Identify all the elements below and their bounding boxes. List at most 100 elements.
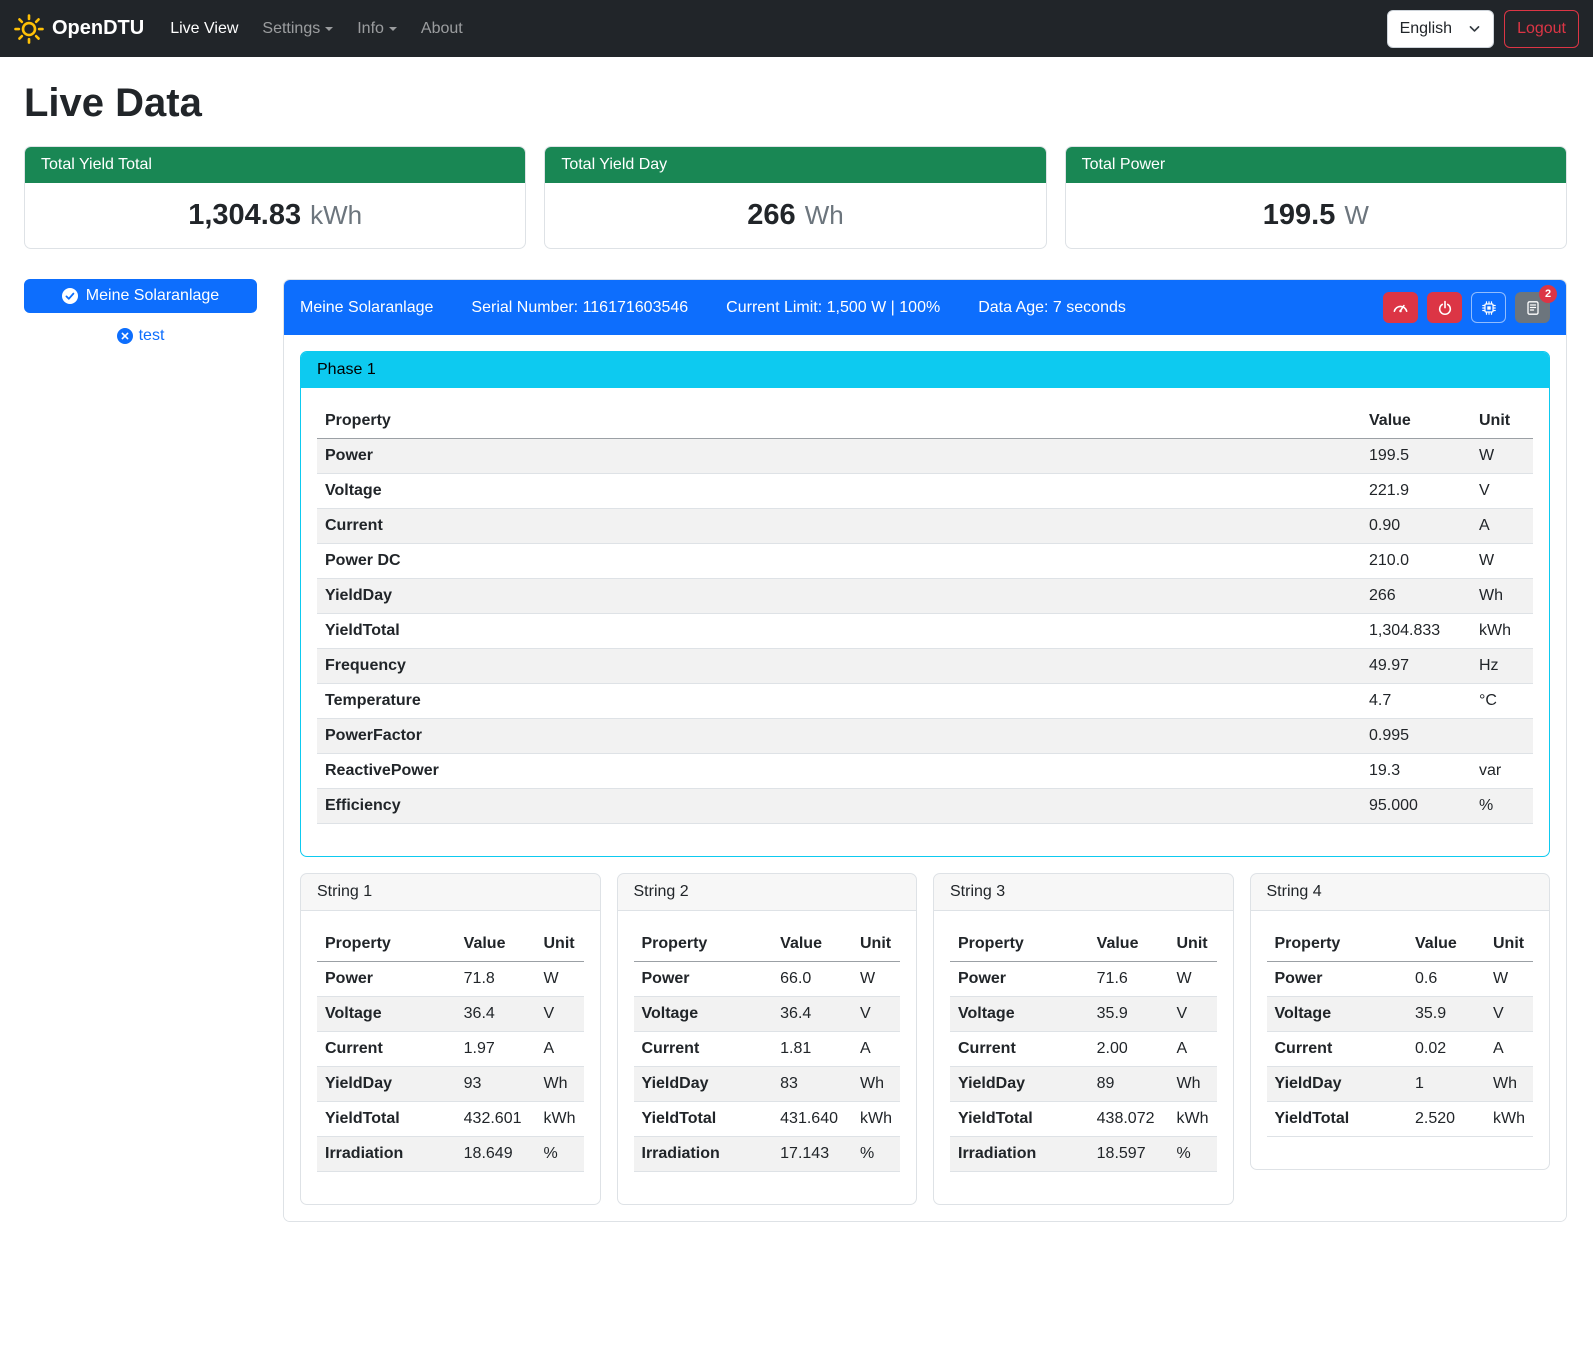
card-unit: kWh <box>310 200 362 231</box>
property-cell: YieldTotal <box>950 1102 1089 1137</box>
brand[interactable]: OpenDTU <box>14 14 144 44</box>
property-cell: YieldDay <box>1267 1067 1408 1102</box>
property-cell: Voltage <box>634 997 773 1032</box>
nav-item-about[interactable]: About <box>413 12 471 46</box>
unit-cell: Wh <box>530 1067 584 1102</box>
unit-cell: Wh <box>1471 579 1533 614</box>
property-cell: Power <box>1267 962 1408 997</box>
value-cell: 17.143 <box>772 1137 846 1172</box>
string-table: Property Value Unit Power71.6WVoltage35.… <box>950 927 1217 1172</box>
power-icon <box>1437 300 1453 316</box>
property-cell: YieldTotal <box>317 614 1361 649</box>
limit-gauge-icon <box>1392 299 1409 316</box>
col-unit: Unit <box>1471 404 1533 439</box>
unit-cell: A <box>530 1032 584 1067</box>
nav-item-live-view[interactable]: Live View <box>162 12 246 46</box>
limit-settings-button[interactable] <box>1383 292 1418 323</box>
card-value: 266 <box>747 199 795 232</box>
top-navbar: OpenDTU Live View Settings Info About En… <box>0 0 1593 57</box>
check-circle-icon <box>62 288 78 304</box>
value-cell: 18.597 <box>1089 1137 1163 1172</box>
string-card-body: Property Value Unit Power71.6WVoltage35.… <box>934 911 1233 1204</box>
card-unit: W <box>1344 200 1369 231</box>
cpu-chip-icon <box>1481 300 1497 316</box>
value-cell: 93 <box>456 1067 530 1102</box>
page-container: Live Data Total Yield Total 1,304.83 kWh… <box>0 57 1593 1262</box>
table-row: Power71.6W <box>950 962 1217 997</box>
table-row: YieldTotal2.520kWh <box>1267 1102 1534 1137</box>
table-header-row: Property Value Unit <box>950 927 1217 962</box>
property-cell: Current <box>317 509 1361 544</box>
property-cell: Irradiation <box>950 1137 1089 1172</box>
brand-name: OpenDTU <box>52 17 144 40</box>
inverter-limit: Current Limit: 1,500 W | 100% <box>726 299 940 317</box>
value-cell: 19.3 <box>1361 754 1471 789</box>
nav-item-info[interactable]: Info <box>349 12 405 46</box>
power-toggle-button[interactable] <box>1427 292 1462 323</box>
table-header-row: Property Value Unit <box>634 927 901 962</box>
inverter-name-label: test <box>139 327 165 345</box>
property-cell: PowerFactor <box>317 719 1361 754</box>
inverter-item-test[interactable]: test <box>24 327 257 345</box>
string-card-title: String 3 <box>934 874 1233 911</box>
nav-item-settings[interactable]: Settings <box>254 12 341 46</box>
unit-cell: % <box>530 1137 584 1172</box>
table-row: Power DC210.0W <box>317 544 1533 579</box>
phase-card-body: Property Value Unit Power199.5WVoltage22… <box>301 388 1549 856</box>
nav-links: Live View Settings Info About <box>158 12 475 46</box>
value-cell: 199.5 <box>1361 439 1471 474</box>
col-property: Property <box>317 404 1361 439</box>
table-header-row: Property Value Unit <box>317 404 1533 439</box>
inverter-name-label: Meine Solaranlage <box>86 287 219 305</box>
event-log-button[interactable]: 2 <box>1515 292 1550 323</box>
card-value: 199.5 <box>1263 199 1336 232</box>
unit-cell: kWh <box>530 1102 584 1137</box>
value-cell: 4.7 <box>1361 684 1471 719</box>
inverter-selected-button[interactable]: Meine Solaranlage <box>24 279 257 313</box>
unit-cell: Wh <box>1163 1067 1217 1102</box>
value-cell: 266 <box>1361 579 1471 614</box>
language-select[interactable]: English <box>1387 10 1494 48</box>
table-row: Irradiation18.649% <box>317 1137 584 1172</box>
value-cell: 1.97 <box>456 1032 530 1067</box>
card-value-row: 199.5 W <box>1066 183 1566 248</box>
unit-cell: W <box>1471 544 1533 579</box>
logout-button[interactable]: Logout <box>1504 10 1579 48</box>
unit-cell: % <box>1163 1137 1217 1172</box>
table-row: Current1.81A <box>634 1032 901 1067</box>
col-property: Property <box>950 927 1089 962</box>
col-unit: Unit <box>1479 927 1533 962</box>
inverter-serial: Serial Number: 116171603546 <box>471 299 688 317</box>
string-table: Property Value Unit Power66.0WVoltage36.… <box>634 927 901 1172</box>
device-info-button[interactable] <box>1471 292 1506 323</box>
card-value-row: 266 Wh <box>545 183 1045 248</box>
col-value: Value <box>1407 927 1479 962</box>
property-cell: YieldTotal <box>634 1102 773 1137</box>
unit-cell: °C <box>1471 684 1533 719</box>
unit-cell: W <box>530 962 584 997</box>
table-row: Efficiency95.000% <box>317 789 1533 824</box>
table-row: Frequency49.97Hz <box>317 649 1533 684</box>
table-row: YieldTotal1,304.833kWh <box>317 614 1533 649</box>
unit-cell: var <box>1471 754 1533 789</box>
value-cell: 89 <box>1089 1067 1163 1102</box>
table-row: PowerFactor0.995 <box>317 719 1533 754</box>
string-card: String 3 Property Value Unit Power71.6WV… <box>933 873 1234 1205</box>
total-power-card: Total Power 199.5 W <box>1065 146 1567 249</box>
total-yield-total-card: Total Yield Total 1,304.83 kWh <box>24 146 526 249</box>
table-row: YieldDay83Wh <box>634 1067 901 1102</box>
value-cell: 71.8 <box>456 962 530 997</box>
table-row: Power71.8W <box>317 962 584 997</box>
value-cell: 1 <box>1407 1067 1479 1102</box>
summary-cards: Total Yield Total 1,304.83 kWh Total Yie… <box>24 146 1567 249</box>
property-cell: ReactivePower <box>317 754 1361 789</box>
value-cell: 438.072 <box>1089 1102 1163 1137</box>
inverter-sidebar: Meine Solaranlage test <box>24 279 257 345</box>
table-row: YieldTotal432.601kWh <box>317 1102 584 1137</box>
chevron-down-icon <box>1468 22 1481 35</box>
language-value: English <box>1400 20 1452 38</box>
col-value: Value <box>1361 404 1471 439</box>
property-cell: YieldDay <box>950 1067 1089 1102</box>
table-header-row: Property Value Unit <box>1267 927 1534 962</box>
unit-cell: A <box>846 1032 900 1067</box>
